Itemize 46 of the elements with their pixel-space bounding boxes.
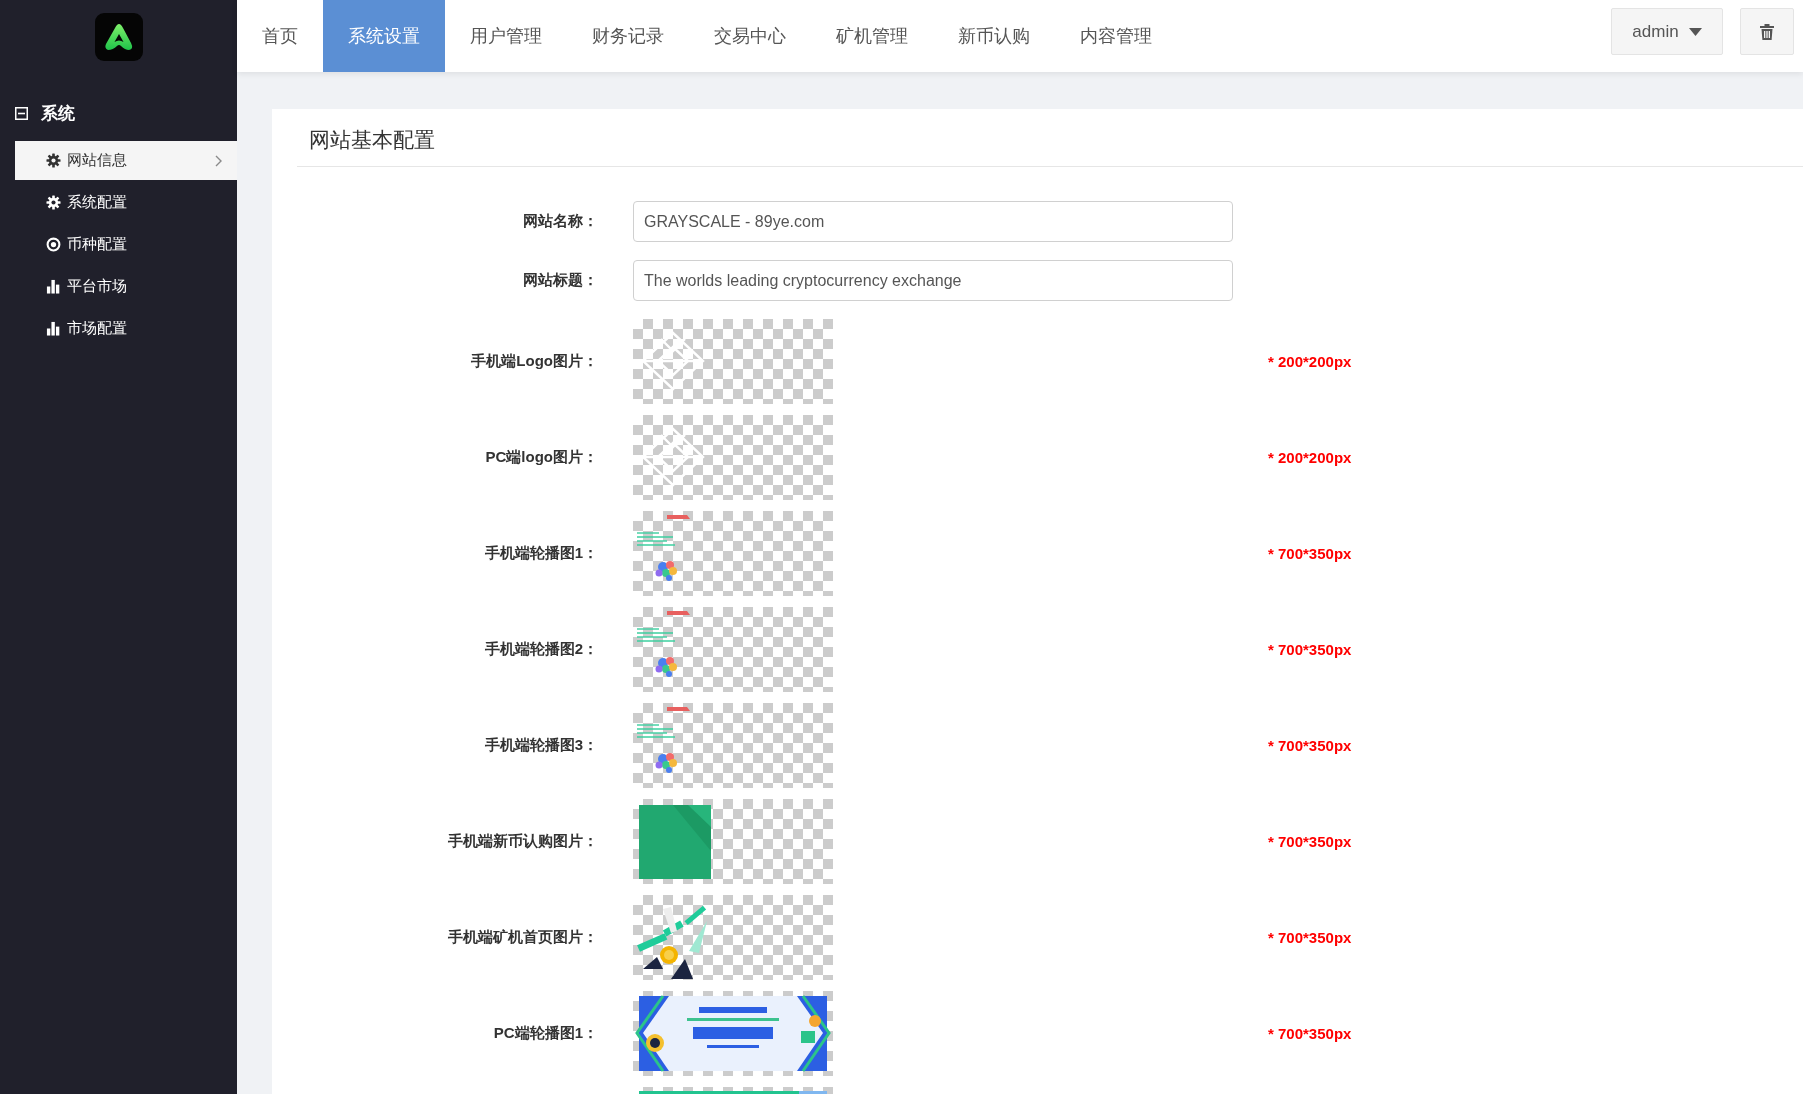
field-label: 手机端轮播图3： [483, 736, 598, 755]
sidebar-item[interactable]: 网站信息 [15, 141, 237, 180]
size-hint: * 700*350px [1268, 737, 1352, 754]
size-hint: * 700*350px [1268, 929, 1352, 946]
app-logo [94, 13, 143, 61]
collapse-icon[interactable] [15, 106, 28, 120]
size-hint: * 700*350px [1268, 641, 1352, 658]
nav-tab[interactable]: 交易中心 [689, 0, 811, 72]
text-input[interactable]: The worlds leading cryptocurrency exchange [633, 260, 1233, 301]
field-label: 网站标题： [522, 271, 598, 290]
size-hint: * 200*200px [1268, 449, 1352, 466]
sidebar-item[interactable]: 币种配置 [15, 225, 237, 264]
field-label: PC端轮播图1： [492, 1024, 598, 1043]
size-hint: * 700*350px [1268, 1025, 1352, 1042]
card-title: 网站基本配置 [309, 127, 435, 153]
nav-tab[interactable]: 首页 [237, 0, 323, 72]
gear-icon [46, 153, 61, 168]
field-label: 手机端Logo图片： [470, 352, 598, 371]
field-label: 手机端矿机首页图片： [447, 928, 598, 947]
user-menu-button[interactable]: admin [1611, 8, 1723, 55]
trash-icon [1760, 23, 1774, 40]
nav-tab[interactable]: 矿机管理 [811, 0, 933, 72]
nav-tab[interactable]: 内容管理 [1055, 0, 1177, 72]
field-label: 手机端轮播图1： [483, 544, 598, 563]
text-input[interactable]: GRAYSCALE - 89ye.com [633, 201, 1233, 242]
size-hint: * 700*350px [1268, 833, 1352, 850]
target-icon [46, 237, 61, 252]
field-label: 手机端新币认购图片： [447, 832, 598, 851]
gear-icon [46, 195, 61, 210]
chevron-right-icon [215, 154, 222, 167]
sidebar-item[interactable]: 系统配置 [15, 183, 237, 222]
sidebar-item[interactable]: 平台市场 [15, 267, 237, 306]
size-hint: * 700*350px [1268, 545, 1352, 562]
nav-tab[interactable]: 财务记录 [567, 0, 689, 72]
nav-tab[interactable]: 新币认购 [933, 0, 1055, 72]
bar-chart-icon [46, 321, 61, 336]
field-label: 手机端轮播图2： [483, 640, 598, 659]
sidebar-item[interactable]: 市场配置 [15, 309, 237, 348]
field-label: 网站名称： [522, 212, 598, 231]
nav-tab[interactable]: 用户管理 [445, 0, 567, 72]
sidebar-group-title: 系统 [41, 102, 75, 125]
caret-down-icon [1688, 27, 1702, 36]
bar-chart-icon [46, 279, 61, 294]
field-label: PC端logo图片： [484, 448, 598, 467]
size-hint: * 200*200px [1268, 353, 1352, 370]
trash-button[interactable] [1740, 8, 1794, 55]
